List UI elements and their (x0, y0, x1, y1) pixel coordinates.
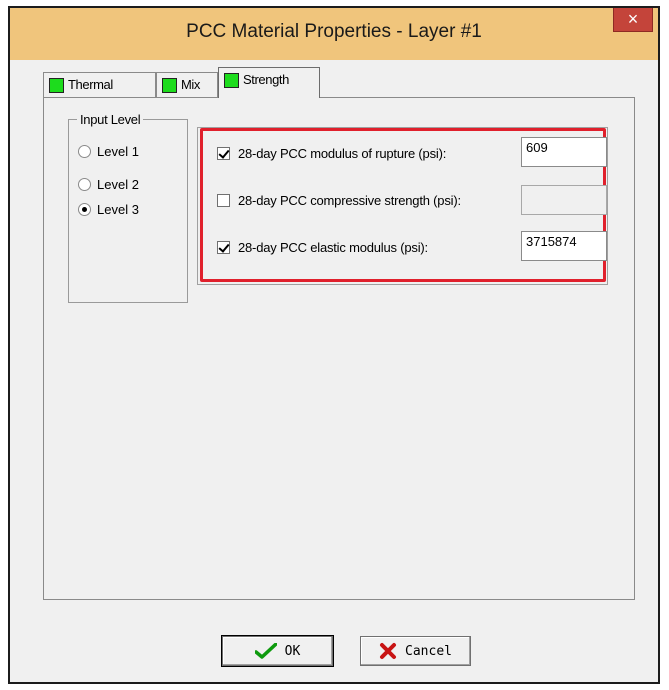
status-indicator-icon (224, 73, 239, 88)
ok-button[interactable]: OK (221, 635, 334, 667)
elastic-modulus-row[interactable]: 28-day PCC elastic modulus (psi): (217, 240, 428, 255)
radio-label: Level 2 (97, 177, 139, 192)
input-level-label: Input Level (77, 112, 144, 127)
close-icon: × (627, 9, 639, 29)
status-indicator-icon (162, 78, 177, 93)
radio-button-selected[interactable] (78, 203, 91, 216)
tab-label: Mix (181, 77, 201, 92)
compressive-strength-label: 28-day PCC compressive strength (psi): (238, 193, 461, 208)
modulus-of-rupture-input[interactable]: 609 (521, 137, 607, 167)
title-bar[interactable]: PCC Material Properties - Layer #1 × (10, 8, 658, 60)
tab-thermal[interactable]: Thermal (43, 72, 156, 98)
highlight-outline: 28-day PCC modulus of rupture (psi): 609… (200, 128, 607, 282)
compressive-strength-row[interactable]: 28-day PCC compressive strength (psi): (217, 193, 461, 208)
modulus-of-rupture-checkbox[interactable] (217, 147, 230, 160)
radio-label: Level 1 (97, 144, 139, 159)
tab-label: Thermal (68, 77, 113, 92)
elastic-modulus-checkbox[interactable] (217, 241, 230, 254)
elastic-modulus-label: 28-day PCC elastic modulus (psi): (238, 240, 428, 255)
tab-strength[interactable]: Strength (218, 67, 320, 98)
radio-button[interactable] (78, 145, 91, 158)
input-level-group: Input Level Level 1 Level 2 Level 3 (68, 112, 188, 303)
ok-label: OK (284, 643, 301, 659)
window-title: PCC Material Properties - Layer #1 (186, 21, 482, 42)
elastic-modulus-input[interactable]: 3715874 (521, 231, 607, 261)
x-mark-icon (380, 643, 397, 659)
dialog-client-area: Thermal Mix Strength Input Level Level 1… (12, 60, 656, 680)
radio-label: Level 3 (97, 202, 139, 217)
cancel-button[interactable]: Cancel (360, 636, 471, 666)
radio-level-3[interactable]: Level 3 (78, 202, 139, 217)
cancel-label: Cancel (405, 643, 452, 659)
status-indicator-icon (49, 78, 64, 93)
radio-level-1[interactable]: Level 1 (78, 144, 139, 159)
strength-tab-panel: Input Level Level 1 Level 2 Level 3 28-d… (43, 97, 635, 600)
tab-mix[interactable]: Mix (156, 72, 218, 98)
close-button[interactable]: × (613, 8, 653, 32)
radio-button[interactable] (78, 178, 91, 191)
dialog-window: PCC Material Properties - Layer #1 × The… (8, 6, 660, 684)
modulus-of-rupture-row[interactable]: 28-day PCC modulus of rupture (psi): (217, 146, 446, 161)
modulus-of-rupture-label: 28-day PCC modulus of rupture (psi): (238, 146, 447, 161)
tab-label: Strength (243, 72, 289, 87)
radio-level-2[interactable]: Level 2 (78, 177, 139, 192)
compressive-strength-input[interactable] (521, 185, 607, 215)
compressive-strength-checkbox[interactable] (217, 194, 230, 207)
checkmark-icon (254, 643, 277, 659)
